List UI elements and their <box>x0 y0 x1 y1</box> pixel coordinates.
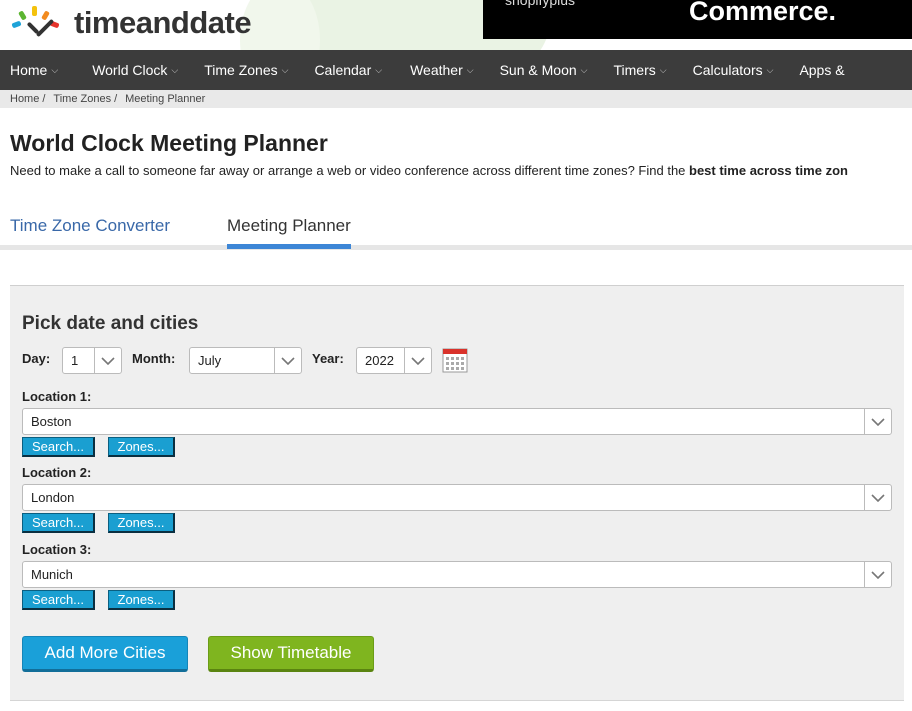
location-3-value: Munich <box>31 567 73 582</box>
nav-item-timers[interactable]: Timers ⌵ <box>603 50 676 90</box>
chevron-down-icon <box>274 348 301 373</box>
location-1-value: Boston <box>31 414 72 429</box>
nav-item-calendar[interactable]: Calendar ⌵ <box>304 50 392 90</box>
breadcrumb-time-zones[interactable]: Time Zones <box>53 93 111 105</box>
logo-icon <box>10 6 72 40</box>
breadcrumb-home[interactable]: Home <box>10 93 39 105</box>
month-select[interactable]: July <box>189 347 302 374</box>
day-label: Day: <box>22 351 51 366</box>
day-value: 1 <box>71 353 79 368</box>
nav-item-calculators[interactable]: Calculators ⌵ <box>683 50 784 90</box>
advertisement-banner[interactable]: shopifyplus Commerce. <box>483 0 912 39</box>
nav-label: World Clock <box>92 62 168 78</box>
chevron-down-icon: ⌵ <box>281 64 289 75</box>
breadcrumb-separator: / <box>114 93 118 105</box>
year-select[interactable]: 2022 <box>356 347 432 374</box>
breadcrumb: Home / Time Zones / Meeting Planner <box>0 90 912 108</box>
chevron-down-icon: ⌵ <box>171 64 179 75</box>
page-intro: Need to make a call to someone far away … <box>10 163 912 178</box>
location-2-value: London <box>31 490 75 505</box>
location-1-zones-button[interactable]: Zones... <box>108 437 175 457</box>
nav-label: Sun & Moon <box>499 62 577 78</box>
day-select[interactable]: 1 <box>62 347 122 374</box>
chevron-down-icon[interactable] <box>864 409 891 434</box>
meeting-planner-form: Pick date and cities Day: 1 Month: July … <box>10 285 904 701</box>
nav-label: Time Zones <box>204 62 278 78</box>
nav-label: Calendar <box>314 62 372 78</box>
nav-label: Apps & <box>799 62 845 78</box>
calendar-icon[interactable] <box>442 347 468 373</box>
chevron-down-icon <box>94 348 121 373</box>
site-logo[interactable]: timeanddate <box>10 5 252 40</box>
year-value: 2022 <box>365 353 394 368</box>
header-decoration <box>240 0 320 50</box>
nav-item-sun-moon[interactable]: Sun & Moon ⌵ <box>490 50 598 90</box>
page-title: World Clock Meeting Planner <box>10 130 328 156</box>
location-1-input[interactable]: Boston <box>22 408 892 435</box>
nav-item-weather[interactable]: Weather ⌵ <box>400 50 484 90</box>
chevron-down-icon <box>404 348 431 373</box>
form-heading: Pick date and cities <box>22 313 199 334</box>
location-2-input[interactable]: London <box>22 484 892 511</box>
logo-text: timeanddate <box>74 5 252 40</box>
breadcrumb-current: Meeting Planner <box>125 93 206 105</box>
month-value: July <box>198 353 222 368</box>
chevron-down-icon: ⌵ <box>766 64 774 75</box>
location-3-label: Location 3: <box>22 542 92 557</box>
intro-bold-text: best time across time zon <box>689 163 848 178</box>
location-3-zones-button[interactable]: Zones... <box>108 590 175 610</box>
chevron-down-icon[interactable] <box>864 485 891 510</box>
chevron-down-icon: ⌵ <box>466 64 474 75</box>
nav-label: Timers <box>613 62 656 78</box>
nav-item-world-clock[interactable]: World Clock ⌵ <box>82 50 188 90</box>
tab-time-zone-converter[interactable]: Time Zone Converter <box>10 216 170 246</box>
nav-item-time-zones[interactable]: Time Zones ⌵ <box>194 50 298 90</box>
show-timetable-button[interactable]: Show Timetable <box>208 636 374 672</box>
location-3-input[interactable]: Munich <box>22 561 892 588</box>
intro-text: Need to make a call to someone far away … <box>10 163 690 178</box>
nav-item-apps[interactable]: Apps & <box>789 50 854 90</box>
tab-meeting-planner[interactable]: Meeting Planner <box>227 216 351 249</box>
month-label: Month: <box>132 351 176 366</box>
tab-bar: Time Zone Converter Meeting Planner <box>0 212 912 250</box>
nav-item-home[interactable]: Home ⌵ <box>0 50 68 90</box>
location-2-zones-button[interactable]: Zones... <box>108 513 175 533</box>
year-label: Year: <box>312 351 344 366</box>
location-2-label: Location 2: <box>22 465 92 480</box>
ad-headline: Commerce. <box>689 0 837 26</box>
location-2-search-button[interactable]: Search... <box>22 513 95 533</box>
breadcrumb-separator: / <box>42 93 46 105</box>
nav-label: Calculators <box>692 62 763 78</box>
chevron-down-icon: ⌵ <box>51 64 59 75</box>
main-nav: Home ⌵ World Clock ⌵ Time Zones ⌵ Calendar ⌵… <box>0 50 912 90</box>
site-header: timeanddate shopifyplus Commerce. <box>0 0 912 50</box>
location-1-label: Location 1: <box>22 389 92 404</box>
chevron-down-icon: ⌵ <box>375 64 383 75</box>
nav-label: Weather <box>410 62 463 78</box>
location-3-search-button[interactable]: Search... <box>22 590 95 610</box>
chevron-down-icon[interactable] <box>864 562 891 587</box>
chevron-down-icon: ⌵ <box>580 64 588 75</box>
add-more-cities-button[interactable]: Add More Cities <box>22 636 188 672</box>
nav-label: Home <box>10 62 48 78</box>
chevron-down-icon: ⌵ <box>659 64 667 75</box>
ad-brand: shopifyplus <box>505 0 576 8</box>
location-1-search-button[interactable]: Search... <box>22 437 95 457</box>
